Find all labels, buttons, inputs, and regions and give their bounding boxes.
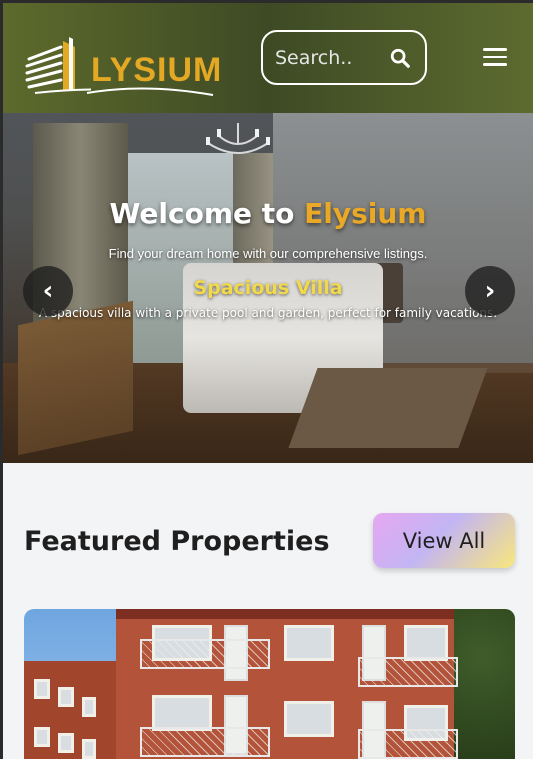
view-all-button[interactable]: View All bbox=[373, 513, 515, 568]
app-frame: LYSIUM Search.. Welcome to Elysium Find … bbox=[3, 3, 533, 759]
logo-swoosh bbox=[86, 87, 214, 96]
carousel-prev-button[interactable]: ‹ bbox=[23, 266, 73, 316]
hero-subtitle: Find your dream home with our comprehens… bbox=[108, 246, 428, 261]
hero-title-brand: Elysium bbox=[304, 197, 427, 230]
slide-title: Spacious Villa bbox=[193, 277, 343, 299]
search-input[interactable] bbox=[275, 46, 385, 69]
search-box bbox=[261, 30, 427, 85]
search-icon[interactable] bbox=[389, 47, 411, 69]
hero-carousel: Welcome to Elysium Find your dream home … bbox=[3, 113, 533, 463]
logo[interactable]: LYSIUM bbox=[25, 33, 221, 99]
chevron-left-icon: ‹ bbox=[42, 276, 54, 306]
featured-properties-title: Featured Properties bbox=[24, 526, 330, 557]
menu-icon[interactable] bbox=[483, 48, 507, 66]
slide-description: A spacious villa with a private pool and… bbox=[38, 306, 498, 320]
carousel-next-button[interactable]: › bbox=[465, 266, 515, 316]
chevron-right-icon: › bbox=[484, 276, 496, 306]
site-header: LYSIUM bbox=[3, 3, 533, 113]
property-card[interactable] bbox=[24, 609, 515, 759]
hero-title: Welcome to Elysium bbox=[109, 197, 427, 230]
